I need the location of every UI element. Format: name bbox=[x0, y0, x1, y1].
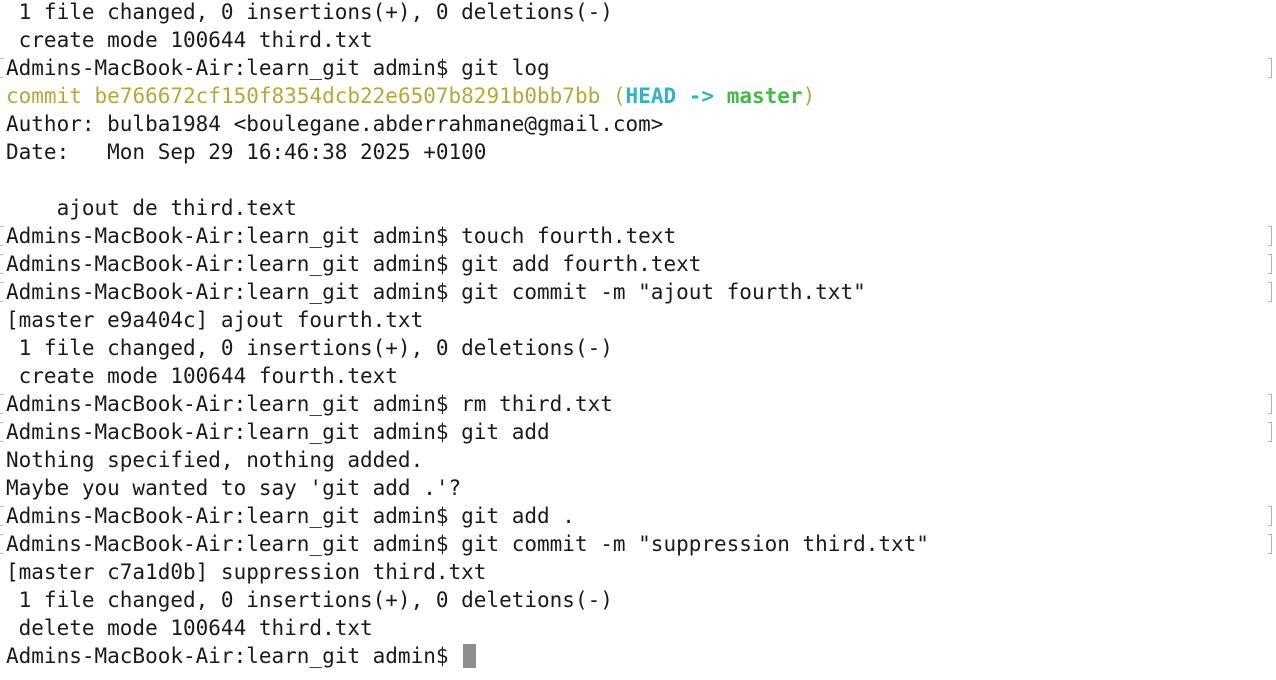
terminal-window[interactable]: 1 file changed, 0 insertions(+), 0 delet… bbox=[0, 0, 1276, 680]
scrollbar[interactable] bbox=[1266, 0, 1274, 680]
prompt-mark-left bbox=[0, 394, 3, 414]
output-line: 1 file changed, 0 insertions(+), 0 delet… bbox=[6, 588, 613, 612]
output-line: Author: bulba1984 <boulegane.abderrahman… bbox=[6, 112, 664, 136]
prompt-mark-left bbox=[0, 226, 3, 246]
output-line: 1 file changed, 0 insertions(+), 0 delet… bbox=[6, 336, 613, 360]
prompt-mark-left bbox=[0, 282, 3, 302]
prompt-line: Admins-MacBook-Air:learn_git admin$ git … bbox=[6, 420, 550, 444]
close-paren: ) bbox=[802, 84, 816, 108]
prompt-line: Admins-MacBook-Air:learn_git admin$ touc… bbox=[6, 224, 677, 248]
branch-ref: master bbox=[726, 84, 803, 108]
prompt-mark-left bbox=[0, 254, 3, 274]
commit-hash: be766672cf150f8354dcb22e6507b8291b0bb7bb bbox=[94, 84, 601, 108]
output-line: delete mode 100644 third.txt bbox=[6, 616, 373, 640]
output-line: 1 file changed, 0 insertions(+), 0 delet… bbox=[6, 0, 613, 24]
open-paren: ( bbox=[600, 84, 626, 108]
head-ref: HEAD -> bbox=[625, 84, 727, 108]
output-line: create mode 100644 third.txt bbox=[6, 28, 373, 52]
output-line: Date: Mon Sep 29 16:46:38 2025 +0100 bbox=[6, 140, 487, 164]
prompt-mark-left bbox=[0, 422, 3, 442]
output-line: Maybe you wanted to say 'git add .'? bbox=[6, 476, 462, 500]
prompt-line: Admins-MacBook-Air:learn_git admin$ git … bbox=[6, 504, 575, 528]
prompt-mark-left bbox=[0, 58, 3, 78]
prompt-mark-left bbox=[0, 534, 3, 554]
commit-line: commit be766672cf150f8354dcb22e6507b8291… bbox=[6, 82, 815, 110]
prompt-mark-left bbox=[0, 506, 3, 526]
current-prompt-line[interactable]: Admins-MacBook-Air:learn_git admin$ bbox=[6, 642, 477, 670]
text-cursor bbox=[463, 644, 477, 668]
output-line: ajout de third.text bbox=[6, 196, 297, 220]
prompt-line: Admins-MacBook-Air:learn_git admin$ rm t… bbox=[6, 392, 613, 416]
output-line: Nothing specified, nothing added. bbox=[6, 448, 424, 472]
prompt-line: Admins-MacBook-Air:learn_git admin$ git … bbox=[6, 56, 550, 80]
commit-prefix: commit bbox=[6, 84, 95, 108]
output-line: create mode 100644 fourth.text bbox=[6, 364, 398, 388]
prompt-line: Admins-MacBook-Air:learn_git admin$ git … bbox=[6, 280, 866, 304]
prompt-text: Admins-MacBook-Air:learn_git admin$ bbox=[6, 644, 462, 668]
output-line: [master c7a1d0b] suppression third.txt bbox=[6, 560, 487, 584]
prompt-line: Admins-MacBook-Air:learn_git admin$ git … bbox=[6, 532, 929, 556]
output-line: [master e9a404c] ajout fourth.txt bbox=[6, 308, 424, 332]
prompt-line: Admins-MacBook-Air:learn_git admin$ git … bbox=[6, 252, 702, 276]
